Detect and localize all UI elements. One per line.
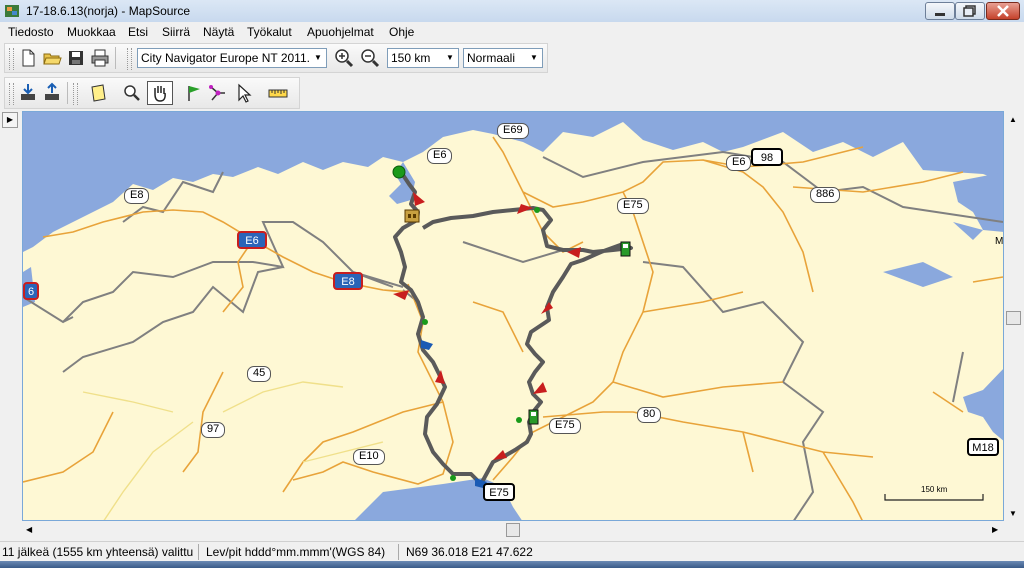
os-taskbar [0, 561, 1024, 568]
scroll-right-icon[interactable]: ▶ [992, 525, 998, 534]
castle-poi-icon[interactable] [404, 209, 420, 223]
new-file-icon[interactable] [17, 47, 39, 69]
status-divider [198, 544, 199, 560]
road-shield: M18 [967, 438, 999, 456]
map-detail-select[interactable]: Normaali ▼ [463, 48, 543, 68]
zoom-in-icon[interactable] [333, 47, 355, 69]
receive-from-device-icon[interactable] [17, 82, 39, 104]
toolbar-grip[interactable] [73, 83, 78, 105]
road-shield: 98 [751, 148, 783, 166]
horizontal-scrollbar[interactable]: ◀ ▶ [22, 522, 1004, 538]
map-detail-value: Normaali [467, 51, 516, 65]
menu-ohje[interactable]: Ohje [389, 25, 414, 39]
scroll-up-icon[interactable]: ▲ [1009, 115, 1017, 124]
route-tool-icon[interactable] [207, 82, 229, 104]
map-select-tool-icon[interactable] [87, 82, 109, 104]
mapsource-app-icon[interactable] [4, 3, 20, 19]
status-coordinates: N69 36.018 E21 47.622 [406, 545, 533, 559]
toolbar-grip[interactable] [127, 48, 132, 70]
tools-toolbar [4, 77, 300, 109]
road-label: E8 [124, 188, 150, 204]
menu-tiedosto[interactable]: Tiedosto [8, 25, 54, 39]
window-title: 17-18.6.13(norja) - MapSource [26, 4, 191, 18]
status-divider [398, 544, 399, 560]
menu-bar: Tiedosto Muokkaa Etsi Siirrä Näytä Työka… [0, 22, 1024, 42]
menu-tyokalut[interactable]: Työkalut [247, 25, 292, 39]
road-label: 97 [201, 422, 226, 438]
menu-nayta[interactable]: Näytä [203, 25, 234, 39]
zoom-tool-icon[interactable] [121, 82, 143, 104]
selection-arrow-tool-icon[interactable] [233, 82, 255, 104]
road-shield-partial: 6 [23, 282, 39, 300]
send-to-device-icon[interactable] [41, 82, 63, 104]
hand-pan-tool-button[interactable] [147, 81, 173, 105]
close-button[interactable] [986, 2, 1020, 20]
road-shield: E6 [237, 231, 267, 249]
road-label: E75 [549, 418, 581, 434]
waypoint-flag-tool-icon[interactable] [183, 82, 205, 104]
scroll-left-icon[interactable]: ◀ [26, 525, 32, 534]
map-edge-label: M [995, 236, 1004, 247]
zoom-level-value: 150 km [391, 51, 431, 65]
close-icon [997, 5, 1009, 17]
vertical-scrollbar[interactable]: ▲ ▼ [1006, 111, 1022, 521]
menu-apuohjelmat[interactable]: Apuohjelmat [307, 25, 374, 39]
map-scale-label: 150 km [921, 485, 948, 494]
hand-pan-tool-icon [154, 86, 166, 102]
status-coord-format: Lev/pit hddd°mm.mmm'(WGS 84) [206, 545, 386, 559]
zoom-level-select[interactable]: 150 km ▼ [387, 48, 459, 68]
road-label: E69 [497, 123, 529, 139]
status-bar: 11 jälkeä (1555 km yhteensä) valittu Lev… [0, 541, 1024, 562]
toolbar-grip[interactable] [9, 83, 14, 105]
road-label: E10 [353, 449, 385, 465]
title-bar: 17-18.6.13(norja) - MapSource [0, 0, 1024, 23]
chevron-down-icon: ▼ [310, 49, 326, 67]
road-label: 45 [247, 366, 272, 382]
menu-etsi[interactable]: Etsi [128, 25, 148, 39]
chevron-down-icon: ▼ [442, 49, 458, 67]
scroll-down-icon[interactable]: ▼ [1009, 509, 1017, 518]
vertical-scroll-thumb[interactable] [1006, 311, 1021, 325]
status-selection: 11 jälkeä (1555 km yhteensä) valittu [2, 545, 194, 559]
print-icon[interactable] [89, 47, 111, 69]
maximize-icon [963, 5, 976, 17]
menu-muokkaa[interactable]: Muokkaa [67, 25, 116, 39]
save-icon[interactable] [65, 47, 87, 69]
toolbar-separator [67, 82, 68, 104]
expand-sidebar-button[interactable]: ▶ [2, 112, 18, 128]
minimize-button[interactable] [925, 2, 955, 20]
chevron-right-icon: ▶ [6, 115, 14, 124]
distance-measure-tool-icon[interactable] [267, 82, 289, 104]
toolbar-separator [115, 47, 116, 69]
road-shield: E8 [333, 272, 363, 290]
road-label: 886 [810, 187, 841, 203]
road-label: E6 [427, 148, 453, 164]
horizontal-scroll-thumb[interactable] [506, 523, 520, 537]
map-product-select[interactable]: City Navigator Europe NT 2011.3 ▼ [137, 48, 327, 68]
road-label: 80 [637, 407, 662, 423]
maximize-button[interactable] [955, 2, 985, 20]
toolbar-grip[interactable] [9, 48, 14, 70]
road-label: E6 [726, 155, 752, 171]
map-product-value: City Navigator Europe NT 2011.3 [141, 51, 317, 65]
menu-siirra[interactable]: Siirrä [162, 25, 190, 39]
map-view[interactable]: 150 km E69 E6 E6 E8 886 E75 45 97 E10 80… [22, 111, 1004, 521]
chevron-down-icon: ▼ [526, 49, 542, 67]
road-shield: E75 [483, 483, 515, 501]
standard-toolbar: City Navigator Europe NT 2011.3 ▼ 150 km… [4, 43, 548, 73]
zoom-out-icon[interactable] [359, 47, 381, 69]
map-canvas[interactable]: 150 km [23, 112, 1004, 521]
minimize-icon [935, 13, 945, 16]
open-folder-icon[interactable] [41, 47, 63, 69]
road-label: E75 [617, 198, 649, 214]
